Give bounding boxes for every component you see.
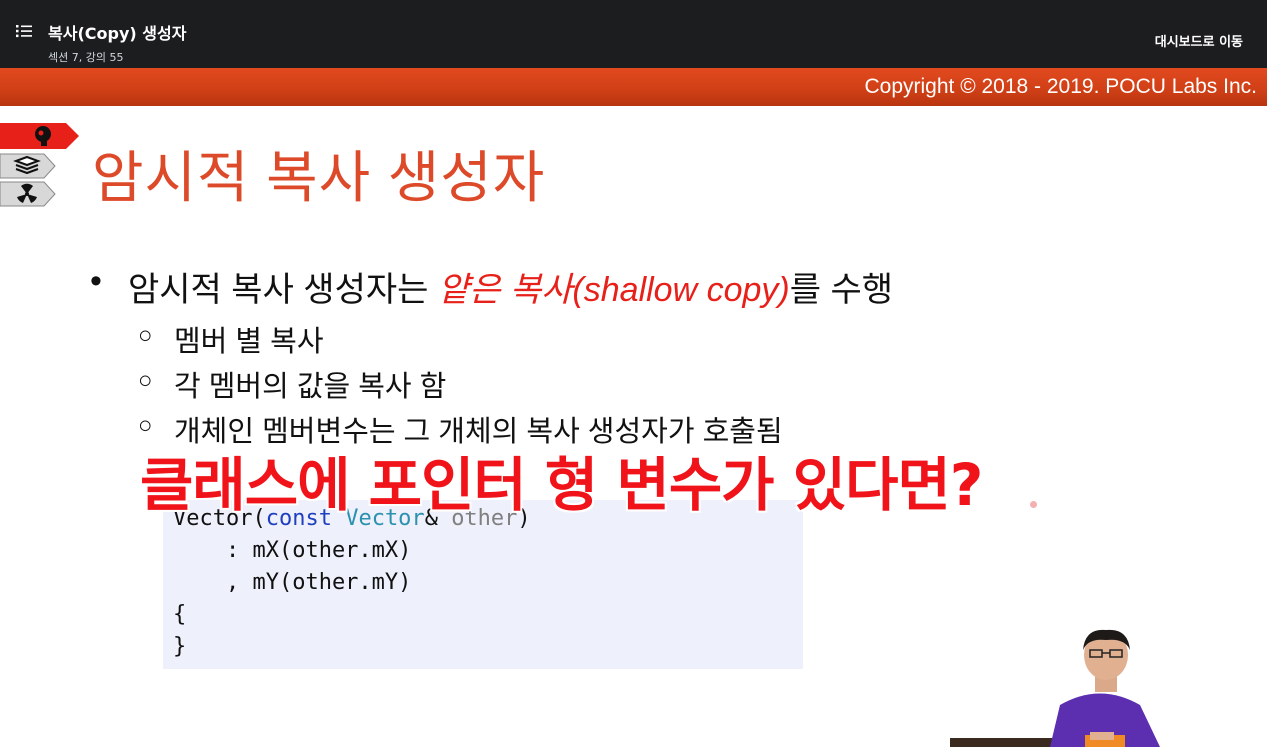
go-to-dashboard-link[interactable]: 대시보드로 이동 [1155,31,1243,50]
sub-bullet-text: 각 멤버의 값을 복사 함 [174,371,447,403]
radiation-icon [0,181,56,207]
presenter-video [950,629,1160,747]
code-line: } [173,634,187,659]
list-icon[interactable] [16,24,32,38]
lecture-section-info: 섹션 7, 강의 55 [48,51,124,64]
brain-icon [0,123,79,149]
code-line: { [173,602,187,627]
pointer-dot [1030,501,1037,508]
bullet-dot: • [90,262,102,300]
sub-bullet-marker: ○ [138,367,153,394]
sub-bullet-text: 멤버 별 복사 [174,326,324,358]
bullet-text: 암시적 복사 생성자는 얕은 복사(shallow copy)를 수행 [128,262,893,311]
sub-bullet-marker: ○ [138,412,153,439]
code-line: , mY(other.mY) [173,570,412,595]
bullet-emphasis: 얕은 복사(shallow copy) [437,271,790,309]
bullet-suffix: 를 수행 [789,271,894,309]
code-snippet: Vector(const Vector& other) : mX(other.m… [163,500,803,669]
sub-bullet-marker: ○ [138,322,153,349]
copyright-text: Copyright © 2018 - 2019. POCU Labs Inc. [864,75,1257,98]
slide-title: 암시적 복사 생성자 [92,146,546,209]
bullet-prefix: 암시적 복사 생성자는 [128,271,438,309]
course-header: 복사(Copy) 생성자 섹션 7, 강의 55 대시보드로 이동 [0,0,1267,68]
code-line: : mX(other.mX) [173,538,412,563]
lecture-title: 복사(Copy) 생성자 [48,24,187,43]
books-icon [0,153,56,179]
overlay-question: 클래스에 포인터 형 변수가 있다면? [140,451,983,519]
